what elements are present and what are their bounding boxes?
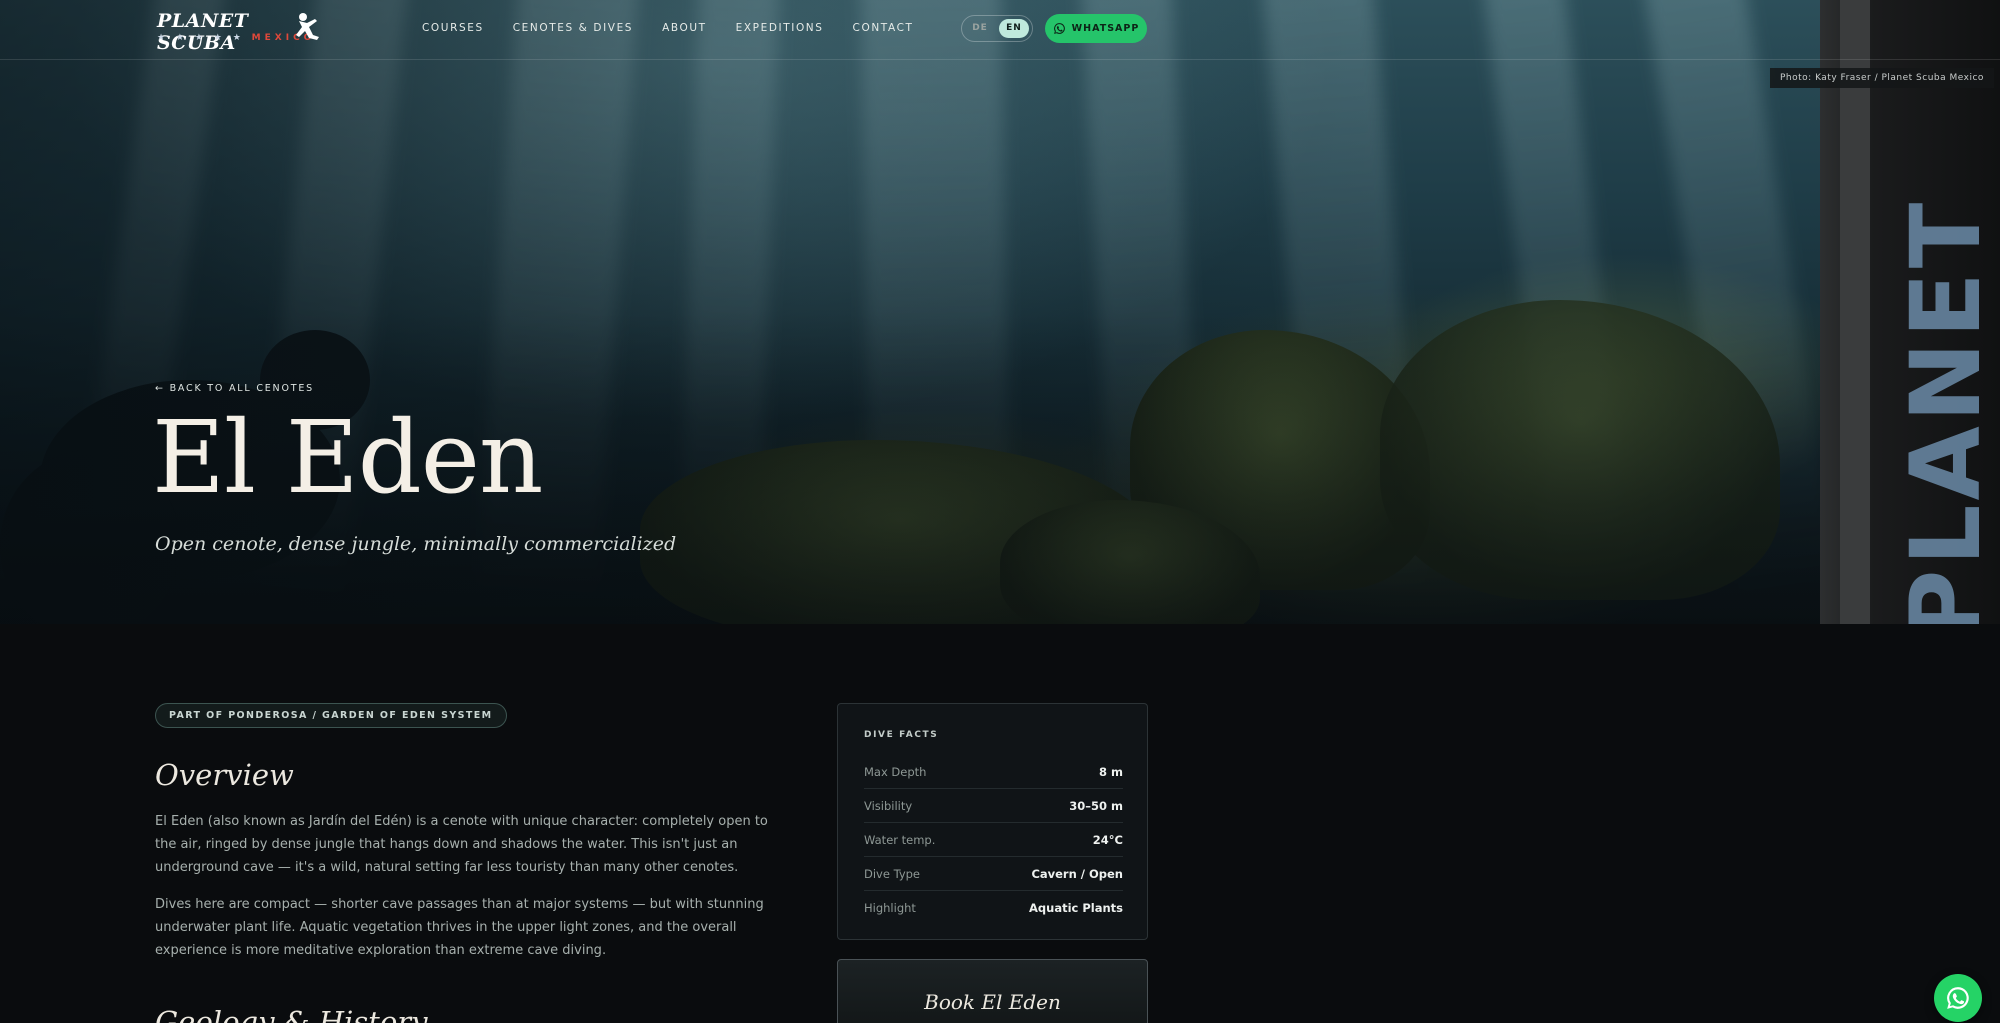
logo-stars: ★ ★ ★ ★ ★: [157, 33, 245, 43]
nav-link-expeditions[interactable]: EXPEDITIONS: [736, 22, 824, 34]
overview-paragraph-2: Dives here are compact — shorter cave pa…: [155, 897, 764, 958]
whatsapp-floating-button[interactable]: [1934, 974, 1982, 1022]
whatsapp-icon: [1947, 987, 1969, 1009]
whatsapp-label: WHATSAPP: [1071, 23, 1140, 34]
fact-value: 30–50 m: [1069, 798, 1123, 813]
nav-link-cenotes-dives[interactable]: CENOTES & DIVES: [513, 22, 633, 34]
logo[interactable]: PLANET SCUBA ★ ★ ★ ★ ★ MEXICO: [157, 10, 322, 54]
nav-link-contact[interactable]: CONTACT: [853, 22, 914, 34]
fact-row-highlight: Highlight Aquatic Plants: [864, 891, 1123, 925]
fact-value: Cavern / Open: [1031, 866, 1123, 881]
fact-row-visibility: Visibility 30–50 m: [864, 789, 1123, 823]
photo-credit: Photo: Katy Fraser / Planet Scuba Mexico: [1770, 68, 1994, 88]
fact-label: Highlight: [864, 901, 916, 915]
fact-row-water-temp: Water temp. 24°C: [864, 823, 1123, 857]
system-badge: PART OF PONDEROSA / GARDEN OF EDEN SYSTE…: [155, 703, 507, 728]
dive-facts-card: DIVE FACTS Max Depth 8 m Visibility 30–5…: [837, 703, 1148, 940]
fact-row-max-depth: Max Depth 8 m: [864, 755, 1123, 789]
logo-subtitle: ★ ★ ★ ★ ★ MEXICO: [157, 33, 315, 43]
back-to-cenotes-link[interactable]: ← BACK TO ALL CENOTES: [155, 383, 314, 394]
side-banner-text: PLANET SCUBA: [1890, 198, 2000, 624]
diver-logo-icon: [296, 13, 319, 40]
overview-paragraph-1: El Eden (also known as Jardín del Edén) …: [155, 814, 768, 875]
hero-side-banner: PLANET SCUBA: [1820, 0, 2000, 624]
whatsapp-icon: [1053, 23, 1065, 34]
language-switcher: DE EN: [961, 15, 1033, 42]
lang-de-button[interactable]: DE: [965, 19, 995, 38]
lang-en-button[interactable]: EN: [999, 19, 1029, 38]
fact-value: 24°C: [1092, 832, 1123, 847]
nav-link-courses[interactable]: COURSES: [422, 22, 484, 34]
overview-heading: Overview: [155, 758, 294, 792]
nav-link-about[interactable]: ABOUT: [662, 22, 707, 34]
book-card[interactable]: Book El Eden: [837, 959, 1148, 1023]
nav-links: COURSES CENOTES & DIVES ABOUT EXPEDITION…: [422, 22, 943, 34]
fact-label: Dive Type: [864, 866, 921, 881]
page-subtitle: Open cenote, dense jungle, minimally com…: [155, 533, 677, 555]
geology-heading: Geology & History: [155, 1005, 428, 1023]
hero-image: PLANET SCUBA: [0, 0, 2000, 624]
dive-facts-title: DIVE FACTS: [864, 730, 939, 740]
fact-label: Water temp.: [864, 832, 936, 847]
book-title: Book El Eden: [924, 990, 1061, 1014]
fact-label: Max Depth: [864, 764, 927, 779]
page-title: El Eden: [152, 399, 543, 516]
fact-label: Visibility: [864, 798, 913, 813]
top-nav: PLANET SCUBA ★ ★ ★ ★ ★ MEXICO COURSES CE…: [0, 0, 2000, 60]
fact-row-dive-type: Dive Type Cavern / Open: [864, 857, 1123, 891]
fact-value: Aquatic Plants: [1029, 901, 1123, 915]
fact-value: 8 m: [1099, 764, 1123, 779]
whatsapp-button[interactable]: WHATSAPP: [1045, 14, 1147, 43]
